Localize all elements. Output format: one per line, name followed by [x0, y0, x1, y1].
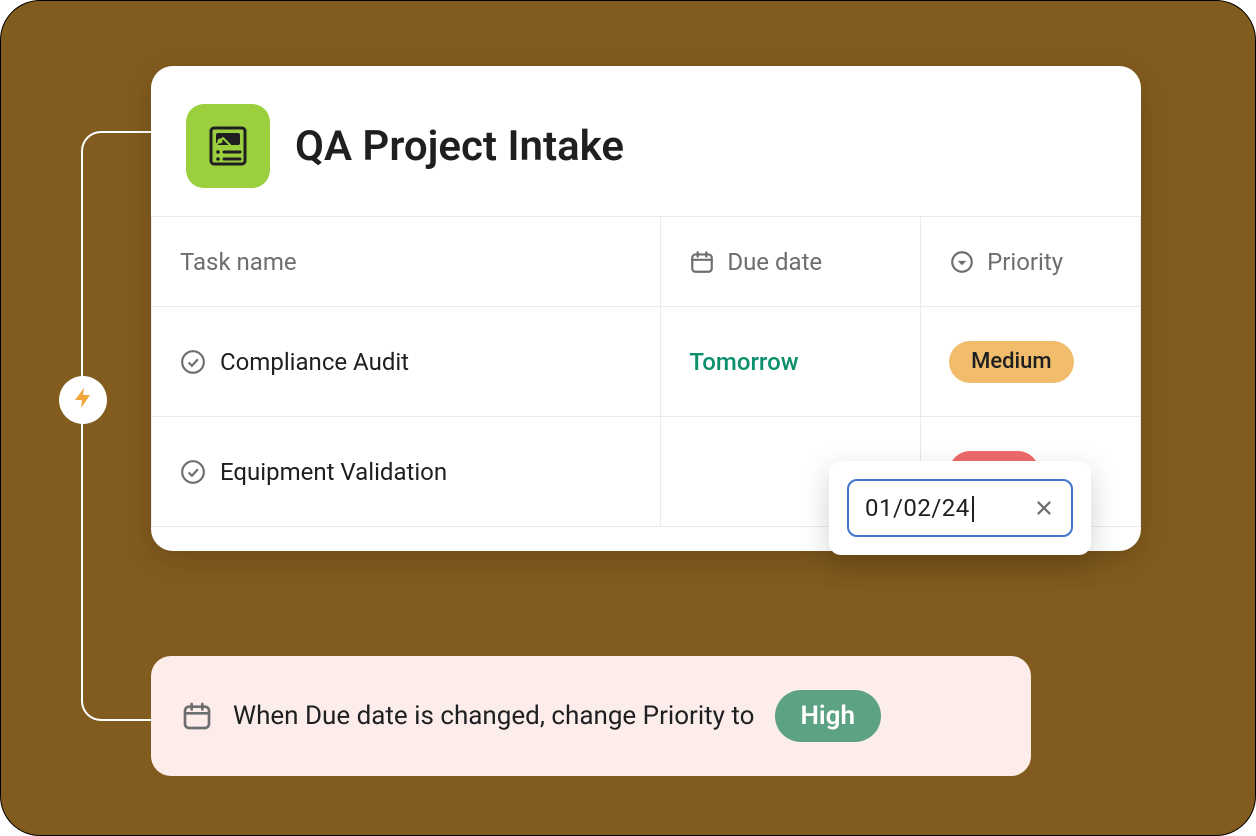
priority-pill-medium: Medium — [949, 341, 1073, 383]
check-circle-icon[interactable] — [180, 349, 206, 375]
dropdown-circle-icon — [949, 249, 975, 275]
date-input-value: 01/02/24 — [865, 494, 974, 523]
project-title: QA Project Intake — [295, 122, 624, 171]
card-header: QA Project Intake — [151, 66, 1141, 216]
check-circle-icon[interactable] — [180, 459, 206, 485]
column-header-task[interactable]: Task name — [152, 217, 661, 307]
due-date-value: Tomorrow — [689, 348, 798, 376]
automation-rule-card[interactable]: When Due date is changed, change Priorit… — [151, 656, 1031, 776]
date-popover: 01/02/24 — [829, 461, 1091, 555]
calendar-icon — [689, 249, 715, 275]
project-icon — [186, 104, 270, 188]
due-date-cell[interactable]: Tomorrow — [661, 307, 921, 417]
column-header-due-label: Due date — [727, 248, 822, 276]
date-input[interactable]: 01/02/24 — [847, 479, 1073, 537]
clear-date-button[interactable] — [1033, 497, 1055, 519]
stage: QA Project Intake Task name — [0, 0, 1256, 836]
automation-connector-line — [81, 131, 161, 721]
automation-badge — [59, 376, 107, 424]
column-header-priority[interactable]: Priority — [921, 217, 1141, 307]
rule-priority-pill: High — [775, 690, 881, 742]
calendar-icon — [181, 700, 213, 732]
task-name: Equipment Validation — [220, 458, 447, 486]
date-value-text: 01/02/24 — [865, 494, 970, 522]
lightning-icon — [71, 386, 95, 414]
task-name: Compliance Audit — [220, 348, 409, 376]
column-header-priority-label: Priority — [987, 248, 1063, 276]
rule-text: When Due date is changed, change Priorit… — [233, 701, 755, 731]
text-cursor — [972, 496, 974, 522]
priority-cell[interactable]: Medium — [921, 307, 1141, 417]
table-row[interactable]: Compliance Audit Tomorrow Medium — [152, 307, 1141, 417]
project-card: QA Project Intake Task name — [151, 66, 1141, 551]
column-header-task-label: Task name — [180, 248, 297, 276]
column-header-due[interactable]: Due date — [661, 217, 921, 307]
